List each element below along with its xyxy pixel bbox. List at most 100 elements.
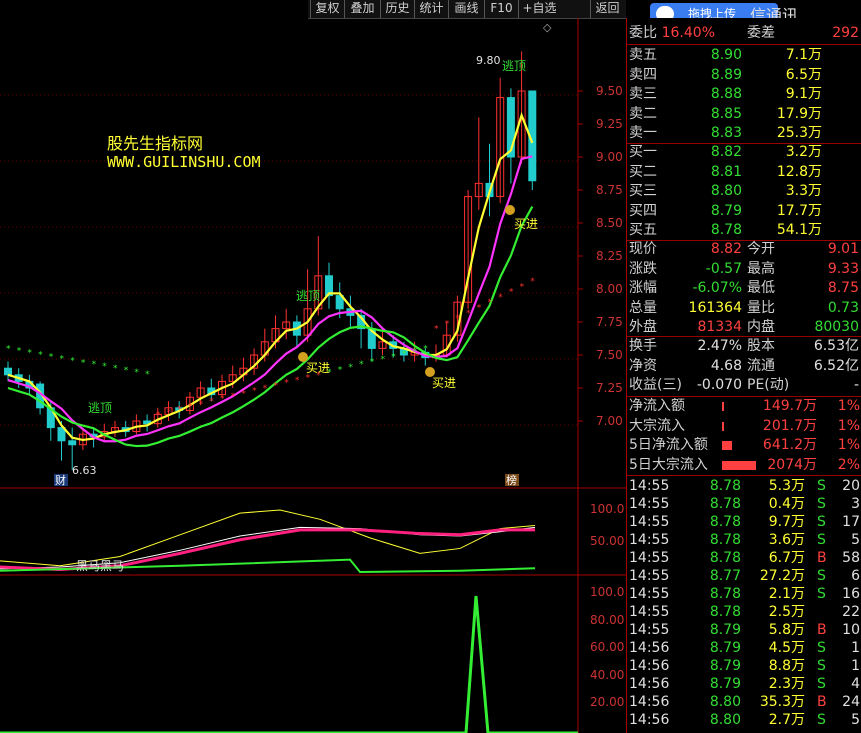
stat-row-cell: 现价 (629, 241, 657, 257)
tick-row-cell: 0.4万 (768, 496, 805, 512)
ask-row-cell: 8.90 (710, 47, 742, 63)
tick-row: 14:56 8.79 2.3万 S 4 (627, 675, 861, 694)
signal-dot: * (188, 402, 193, 412)
stat-row-cell: 内盘 (747, 319, 775, 335)
price-axis-label: 7.00 (596, 414, 623, 428)
signal-dot: * (434, 325, 439, 335)
annotations: 9.806.63逃顶逃顶逃顶买进买进买进财 榜◇ (54, 21, 552, 487)
osc-axis-label: 100.0 (590, 502, 624, 516)
candle-body (68, 440, 77, 446)
panel-divider (627, 44, 861, 45)
tick-row-cell: 17 (842, 514, 860, 530)
tick-row: 14:55 8.78 9.7万 S 17 (627, 513, 861, 532)
signal-dot: * (241, 389, 246, 399)
fund-row: 净资 4.68 流通 6.52亿 (627, 357, 861, 376)
tick-row-cell: 8.80 (709, 694, 741, 710)
price-axis-label: 7.50 (596, 348, 623, 362)
bid-row: 买四 8.79 17.7万 (627, 202, 861, 221)
signal-dot: * (134, 368, 139, 378)
price-axis-label: 9.00 (596, 150, 623, 164)
tick-row-cell: 14:55 (629, 496, 670, 512)
stat-row-cell: 量比 (747, 299, 775, 316)
tick-row-cell: S (817, 586, 826, 602)
weibi-row-cell: 委差 (747, 25, 775, 41)
flow-row-cell: 5日净流入额 (629, 437, 708, 453)
signal-dot: * (209, 397, 214, 407)
tick-row-cell: 8.78 (709, 586, 741, 602)
ask-row: 卖五 8.90 7.1万 (627, 46, 861, 65)
stat-row-cell: -0.57 (705, 260, 742, 277)
tick-row-cell: 1 (851, 640, 860, 656)
fund-row-cell: 股本 (747, 338, 775, 354)
signal-dot: * (113, 364, 118, 374)
flow-row: 大宗流入 201.7万 1% (627, 417, 861, 436)
badge-cai-label: 财 (55, 473, 66, 487)
signal-spike (0, 595, 578, 733)
tick-row-cell: 24 (842, 694, 860, 710)
tick-row-cell: S (817, 712, 826, 728)
price-axis-label: 8.25 (596, 249, 623, 263)
fund-row-cell: 流通 (747, 357, 775, 374)
signal-dot: * (520, 282, 525, 292)
signal-dot: * (498, 293, 503, 303)
tick-row-cell: 14:56 (629, 658, 670, 674)
signal-dot: * (220, 395, 225, 405)
badge-bang-label: 榜 (506, 473, 517, 487)
vol-axis-label: 80.00 (590, 613, 624, 627)
signal-dot: * (391, 352, 396, 362)
weibi-row-cell: 委比 (629, 25, 657, 41)
tick-row-cell: 6 (851, 568, 860, 584)
tick-row-cell: 2.1万 (768, 586, 805, 602)
tick-row-cell: 5 (851, 532, 860, 548)
stat-row: 外盘 81334 内盘 80030 (627, 318, 861, 337)
stat-row-cell: 0.73 (827, 299, 859, 316)
ask-row: 卖三 8.88 9.1万 (627, 85, 861, 104)
buy-in-label: 买进 (514, 217, 538, 231)
stat-row-cell: 外盘 (629, 319, 657, 335)
fund-row-cell: 4.68 (710, 357, 742, 374)
flow-row-cell: 1% (837, 417, 860, 434)
kline-chart[interactable]: * * * * * * * * * * * * * * * * * * * * * * * * * * * * * * * * * * * * * * * *… (0, 0, 626, 733)
stat-row: 现价 8.82 今开 9.01 (627, 240, 861, 259)
signal-dot: * (167, 408, 172, 418)
signal-dot: * (38, 350, 43, 360)
ask-row-cell: 卖三 (629, 86, 657, 102)
tick-row-cell: 22 (842, 604, 860, 620)
tick-row-cell: 2.3万 (768, 676, 805, 692)
flow-row: 净流入额 149.7万 1% (627, 397, 861, 416)
bid-row: 买一 8.82 3.2万 (627, 143, 861, 162)
tick-row-cell: 8.79 (709, 676, 741, 692)
ask-row-cell: 9.1万 (785, 86, 822, 102)
signal-dot: * (284, 379, 289, 389)
money-bag-icon (425, 367, 435, 377)
tick-row-cell: 35.3万 (759, 694, 805, 710)
signal-dot: * (102, 362, 107, 372)
tick-row-cell: 1 (851, 658, 860, 674)
fund-row: 收益(三) -0.070 PE(动) - (627, 376, 861, 395)
price-axis-label: 9.25 (596, 117, 623, 131)
signal-dot: * (509, 288, 514, 298)
money-bag-icon (298, 352, 308, 362)
ask-row-cell: 8.88 (710, 86, 742, 102)
bid-row: 买五 8.78 54.1万 (627, 221, 861, 240)
tick-row-cell: 58 (842, 550, 860, 566)
tick-row-cell: 14:55 (629, 532, 670, 548)
tick-row-cell: 14:55 (629, 550, 670, 566)
tick-row: 14:55 8.78 0.4万 S 3 (627, 495, 861, 514)
price-axis-label: 8.75 (596, 183, 623, 197)
tick-row: 14:55 8.78 2.1万 S 16 (627, 585, 861, 604)
ma-line-1 (7, 111, 534, 442)
signal-dot: * (124, 366, 129, 376)
signal-dot: * (60, 354, 65, 364)
bid-row-cell: 买一 (629, 144, 657, 160)
fund-row: 换手 2.47% 股本 6.53亿 (627, 337, 861, 356)
signal-dot: * (27, 348, 32, 358)
flow-bar (722, 421, 724, 431)
price-axis-label: 8.00 (596, 282, 623, 296)
tick-row-cell: 8.77 (709, 568, 741, 584)
bid-row-cell: 买四 (629, 202, 657, 219)
tick-row-cell: 2.5万 (768, 604, 805, 620)
stat-row-cell: 161364 (688, 299, 742, 316)
tick-row-cell: S (817, 676, 826, 692)
osc-line-yellow (0, 509, 536, 567)
